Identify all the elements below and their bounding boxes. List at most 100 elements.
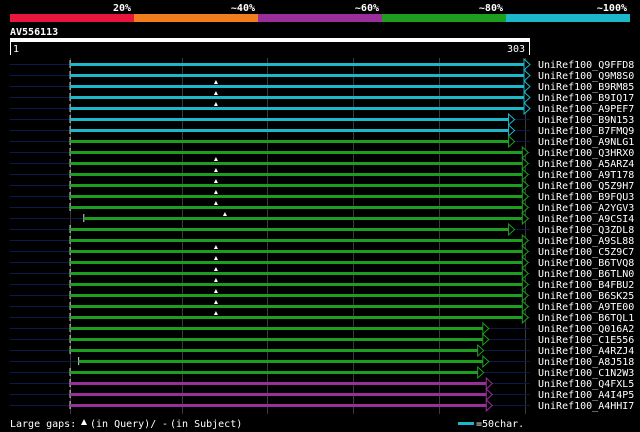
identity-label: ~40% (231, 3, 255, 14)
hit-row[interactable]: UniRef100_Q9M8S0 (10, 68, 634, 83)
hit-label[interactable]: UniRef100_B6TVQ8 (538, 258, 634, 269)
hit-row[interactable]: UniRef100_Q016A2 (10, 321, 634, 336)
hit-row[interactable]: UniRef100_A9NLG1 (10, 134, 634, 149)
hit-label[interactable]: UniRef100_Q4FXL5 (538, 379, 634, 390)
hit-arrow-icon (482, 354, 490, 369)
hit-label[interactable]: UniRef100_A8J518 (538, 357, 634, 368)
query-gap-marker-icon (213, 168, 218, 172)
hit-label[interactable]: UniRef100_B7FMQ9 (538, 126, 634, 137)
hit-row[interactable]: UniRef100_C1N2W3 (10, 365, 634, 380)
hit-row[interactable]: UniRef100_Q5Z9H7 (10, 178, 634, 193)
identity-label: ~60% (355, 3, 379, 14)
hit-label[interactable]: UniRef100_A9PEF7 (538, 104, 634, 115)
hit-row[interactable]: UniRef100_A9PEF7 (10, 101, 634, 116)
hit-label[interactable]: UniRef100_A9SL88 (538, 236, 634, 247)
hit-list: UniRef100_Q9FFD8UniRef100_Q9M8S0UniRef10… (10, 57, 634, 413)
hit-row[interactable]: UniRef100_A8J518 (10, 354, 634, 369)
hit-label[interactable]: UniRef100_B9FQU3 (538, 192, 634, 203)
hit-label[interactable]: UniRef100_C1E556 (538, 335, 634, 346)
hit-label[interactable]: UniRef100_B9IQ17 (538, 93, 634, 104)
hit-arrow-icon (508, 222, 516, 237)
hit-label[interactable]: UniRef100_A4HHI7 (538, 401, 634, 412)
hit-alignment-bar (70, 195, 524, 198)
hit-row[interactable]: UniRef100_A9TE00 (10, 299, 634, 314)
hit-row[interactable]: UniRef100_Q3HRX0 (10, 145, 634, 160)
hit-row[interactable]: UniRef100_A9SL88 (10, 233, 634, 248)
query-gap-marker-icon (213, 80, 218, 84)
hit-row[interactable]: UniRef100_Q4FXL5 (10, 376, 634, 391)
hit-label[interactable]: UniRef100_Q3HRX0 (538, 148, 634, 159)
hit-alignment-bar (70, 96, 525, 99)
hit-row[interactable]: UniRef100_A5ARZ4 (10, 156, 634, 171)
hit-row[interactable]: UniRef100_Q3ZDL8 (10, 222, 634, 237)
hit-label[interactable]: UniRef100_Q3ZDL8 (538, 225, 634, 236)
hit-row[interactable]: UniRef100_B6TVQ8 (10, 255, 634, 270)
hit-row[interactable]: UniRef100_B4FBU2 (10, 277, 634, 292)
hit-arrow-icon (485, 376, 493, 391)
hit-row[interactable]: UniRef100_B9RM85 (10, 79, 634, 94)
hit-label[interactable]: UniRef100_C1N2W3 (538, 368, 634, 379)
hit-row[interactable]: UniRef100_A9T178 (10, 167, 634, 182)
hit-row[interactable]: UniRef100_A4RZJ4 (10, 343, 634, 358)
query-gap-marker-icon (81, 419, 87, 425)
hit-label[interactable]: UniRef100_A9NLG1 (538, 137, 634, 148)
query-gap-marker-icon (213, 245, 218, 249)
query-gap-marker-icon (213, 278, 218, 282)
hit-label[interactable]: UniRef100_A5ARZ4 (538, 159, 634, 170)
query-gap-marker-icon (213, 267, 218, 271)
hit-row[interactable]: UniRef100_A4HHI7 (10, 398, 634, 413)
legend-large-gaps-label: Large gaps: (10, 419, 76, 430)
hit-row[interactable]: UniRef100_B6TQL1 (10, 310, 634, 325)
hit-alignment-bar (70, 327, 484, 330)
identity-segment (10, 14, 134, 22)
hit-alignment-bar (70, 85, 525, 88)
hit-label[interactable]: UniRef100_B6TLN0 (538, 269, 634, 280)
legend-in-query: (in Query)/ (90, 419, 156, 430)
hit-label[interactable]: UniRef100_B4FBU2 (538, 280, 634, 291)
hit-alignment-bar (70, 140, 510, 143)
hit-alignment-bar (70, 239, 524, 242)
hit-arrow-icon (523, 57, 531, 72)
hit-alignment-bar (70, 129, 510, 132)
hit-row[interactable]: UniRef100_Q9FFD8 (10, 57, 634, 72)
query-gap-marker-icon (213, 289, 218, 293)
hit-alignment-bar (70, 63, 525, 66)
hit-row[interactable]: UniRef100_C5Z9C7 (10, 244, 634, 259)
hit-arrow-icon (508, 112, 516, 127)
hit-row[interactable]: UniRef100_A9CSI4 (10, 211, 634, 226)
hit-label[interactable]: UniRef100_A4I4P5 (538, 390, 634, 401)
hit-alignment-bar (83, 217, 524, 220)
identity-label: 20% (113, 3, 131, 14)
hit-label[interactable]: UniRef100_A4RZJ4 (538, 346, 634, 357)
hit-row[interactable]: UniRef100_B6TLN0 (10, 266, 634, 281)
hit-label[interactable]: UniRef100_A9T178 (538, 170, 634, 181)
hit-label[interactable]: UniRef100_B6SK25 (538, 291, 634, 302)
hit-row[interactable]: UniRef100_A2YGV3 (10, 200, 634, 215)
hit-row[interactable]: UniRef100_B6SK25 (10, 288, 634, 303)
hit-label[interactable]: UniRef100_B6TQL1 (538, 313, 634, 324)
hit-label[interactable]: UniRef100_A9CSI4 (538, 214, 634, 225)
hit-row[interactable]: UniRef100_A4I4P5 (10, 387, 634, 402)
hit-label[interactable]: UniRef100_A2YGV3 (538, 203, 634, 214)
hit-row[interactable]: UniRef100_B9IQ17 (10, 90, 634, 105)
query-start-label: 1 (13, 44, 19, 55)
scale-sample-bar (458, 422, 474, 425)
hit-label[interactable]: UniRef100_C5Z9C7 (538, 247, 634, 258)
hit-label[interactable]: UniRef100_A9TE00 (538, 302, 634, 313)
hit-label[interactable]: UniRef100_Q9FFD8 (538, 60, 634, 71)
hit-alignment-bar (70, 184, 524, 187)
hit-label[interactable]: UniRef100_Q016A2 (538, 324, 634, 335)
hit-row[interactable]: UniRef100_B7FMQ9 (10, 123, 634, 138)
hit-label[interactable]: UniRef100_Q9M8S0 (538, 71, 634, 82)
legend: Large gaps: (in Query)/ - (in Subject) =… (10, 419, 524, 430)
hit-row[interactable]: UniRef100_C1E556 (10, 332, 634, 347)
hit-row[interactable]: UniRef100_B9N153 (10, 112, 634, 127)
hit-label[interactable]: UniRef100_B9RM85 (538, 82, 634, 93)
hit-label[interactable]: UniRef100_B9N153 (538, 115, 634, 126)
hit-arrow-icon (523, 90, 531, 105)
hit-row[interactable]: UniRef100_B9FQU3 (10, 189, 634, 204)
hit-label[interactable]: UniRef100_Q5Z9H7 (538, 181, 634, 192)
query-end-label: 303 (507, 44, 525, 55)
query-bar (10, 38, 530, 42)
hit-alignment-bar (70, 228, 510, 231)
